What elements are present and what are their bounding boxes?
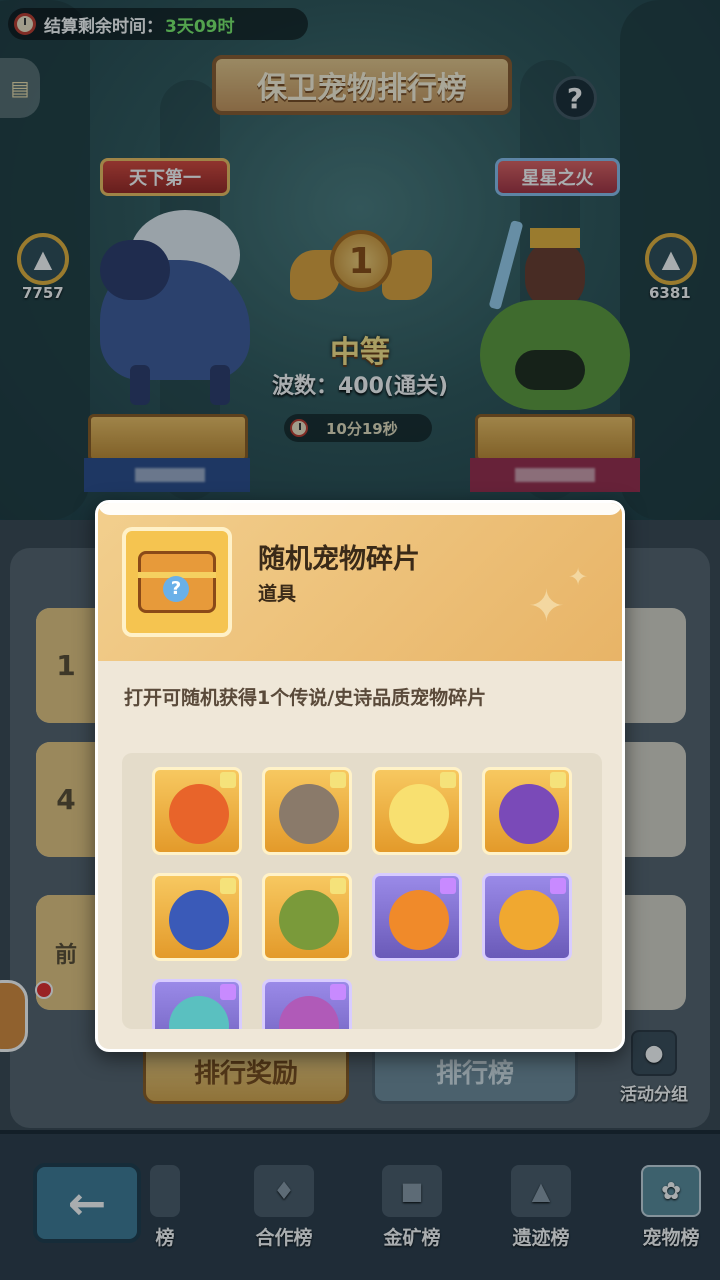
pet-fragment-cell[interactable] <box>372 873 462 961</box>
pet-fragment-cell[interactable] <box>152 979 242 1029</box>
pet-leg <box>210 365 230 405</box>
rarity-star-icon <box>440 878 456 894</box>
item-detail-popup: ✦ ✦ ? 随机宠物碎片 道具 打开可随机获得1个传说/史诗品质宠物碎片 <box>95 500 625 1052</box>
timer-label: 结算剩余时间： <box>44 16 163 37</box>
activity-group-button[interactable]: ● 活动分组 <box>612 1030 696 1110</box>
pet-fragment-cell[interactable] <box>262 767 352 855</box>
side-menu-button[interactable]: ▤ <box>0 58 40 118</box>
pet-fragment-cell[interactable] <box>152 767 242 855</box>
difficulty-grade: 中等 <box>330 335 390 370</box>
left-pet-unicorn[interactable] <box>90 200 260 415</box>
sparkle-icon: ✦ <box>568 563 589 591</box>
item-description: 打开可随机获得1个传说/史诗品质宠物碎片 <box>124 687 487 709</box>
pedestal-right <box>475 414 635 462</box>
pet-fragment-cell[interactable] <box>152 873 242 961</box>
question-icon: ? <box>163 576 189 602</box>
item-type: 道具 <box>258 583 297 605</box>
pet-head <box>100 240 170 300</box>
sparkle-icon: ✦ <box>528 581 565 632</box>
sword-icon <box>488 219 524 311</box>
blurred-player-name <box>515 468 595 482</box>
nav-item-partial[interactable]: 榜 <box>130 1150 200 1250</box>
list-item-rank: 4 <box>36 742 96 857</box>
nav-label: 宠物榜 <box>642 1227 700 1249</box>
help-button[interactable]: ? <box>553 76 597 120</box>
thumbs-up-icon: ▲ <box>661 245 681 273</box>
pet-portrait <box>279 996 339 1029</box>
pet-fragment-cell[interactable] <box>262 979 352 1029</box>
rank-badge: 1 <box>290 230 432 320</box>
timer-value: 3天09时 <box>165 16 235 37</box>
rarity-star-icon <box>220 878 236 894</box>
rarity-star-icon <box>220 984 236 1000</box>
pet-fragment-grid <box>122 753 602 1029</box>
right-player-title: 星星之火 <box>495 158 620 196</box>
item-name: 随机宠物碎片 <box>258 544 420 575</box>
pet-portrait <box>389 784 449 844</box>
pet-face <box>515 350 585 390</box>
like-button-left[interactable]: ▲ <box>17 233 69 285</box>
nav-label: 金矿榜 <box>383 1227 441 1249</box>
group-icon: ● <box>631 1030 677 1076</box>
rarity-star-icon <box>330 772 346 788</box>
arrow-left-icon: ← <box>67 1176 107 1230</box>
pet-portrait <box>169 996 229 1029</box>
rank-number: 1 <box>330 230 392 292</box>
nav-item-goldmine[interactable]: ■ 金矿榜 <box>364 1150 460 1250</box>
rarity-star-icon <box>330 984 346 1000</box>
leaderboard-title: 保卫宠物排行榜 <box>212 55 512 115</box>
nav-item-ruins[interactable]: ▲ 遗迹榜 <box>493 1150 589 1250</box>
back-button[interactable]: ← <box>33 1163 141 1243</box>
pet-portrait <box>169 890 229 950</box>
nav-item-pet[interactable]: ✿ 宠物榜 <box>623 1150 719 1250</box>
rarity-star-icon <box>330 878 346 894</box>
pet-fragment-cell[interactable] <box>372 767 462 855</box>
item-icon-frame: ? <box>122 527 232 637</box>
mine-cart-icon: ■ <box>382 1165 442 1217</box>
rarity-star-icon <box>550 878 566 894</box>
right-pet-bush[interactable] <box>470 219 660 415</box>
nav-label: 遗迹榜 <box>512 1227 570 1249</box>
crown-icon <box>530 228 580 248</box>
pet-portrait <box>279 890 339 950</box>
treasure-chest-icon: ? <box>138 551 216 613</box>
rarity-star-icon <box>220 772 236 788</box>
pet-leg <box>130 365 150 405</box>
rarity-star-icon <box>550 772 566 788</box>
notification-dot <box>35 981 53 999</box>
handshake-icon: ♦ <box>254 1165 314 1217</box>
left-player-title: 天下第一 <box>100 158 230 196</box>
clear-time: 10分19秒 <box>284 414 432 442</box>
floating-avatar[interactable] <box>0 980 28 1052</box>
settlement-timer: 结算剩余时间： 3天09时 <box>8 8 308 40</box>
clear-time-value: 10分19秒 <box>326 419 398 438</box>
left-like-count: 7757 <box>22 284 64 302</box>
list-item-rank: 1 <box>36 608 96 723</box>
pet-fragment-cell[interactable] <box>262 873 352 961</box>
nav-item-coop[interactable]: ♦ 合作榜 <box>236 1150 332 1250</box>
pet-portrait <box>169 784 229 844</box>
pet-fragment-cell[interactable] <box>482 767 572 855</box>
rarity-star-icon <box>440 772 456 788</box>
clock-icon <box>290 419 308 437</box>
pet-portrait <box>279 784 339 844</box>
snow-trim <box>98 503 622 515</box>
blurred-player-name <box>135 468 205 482</box>
wave-count: 波数：400(通关) <box>271 374 449 399</box>
thumbs-up-icon: ▲ <box>33 245 53 273</box>
nav-label: 榜 <box>155 1227 175 1249</box>
pet-portrait <box>499 784 559 844</box>
nav-label: 合作榜 <box>255 1227 313 1249</box>
paw-icon: ✿ <box>641 1165 701 1217</box>
leaderboard-icon <box>150 1165 180 1217</box>
pet-fragment-cell[interactable] <box>482 873 572 961</box>
activity-group-label: 活动分组 <box>620 1085 688 1105</box>
pet-portrait <box>389 890 449 950</box>
clock-icon <box>14 13 36 35</box>
menu-icon: ▤ <box>10 76 30 100</box>
temple-icon: ▲ <box>511 1165 571 1217</box>
pet-portrait <box>499 890 559 950</box>
pedestal-left <box>88 414 248 462</box>
